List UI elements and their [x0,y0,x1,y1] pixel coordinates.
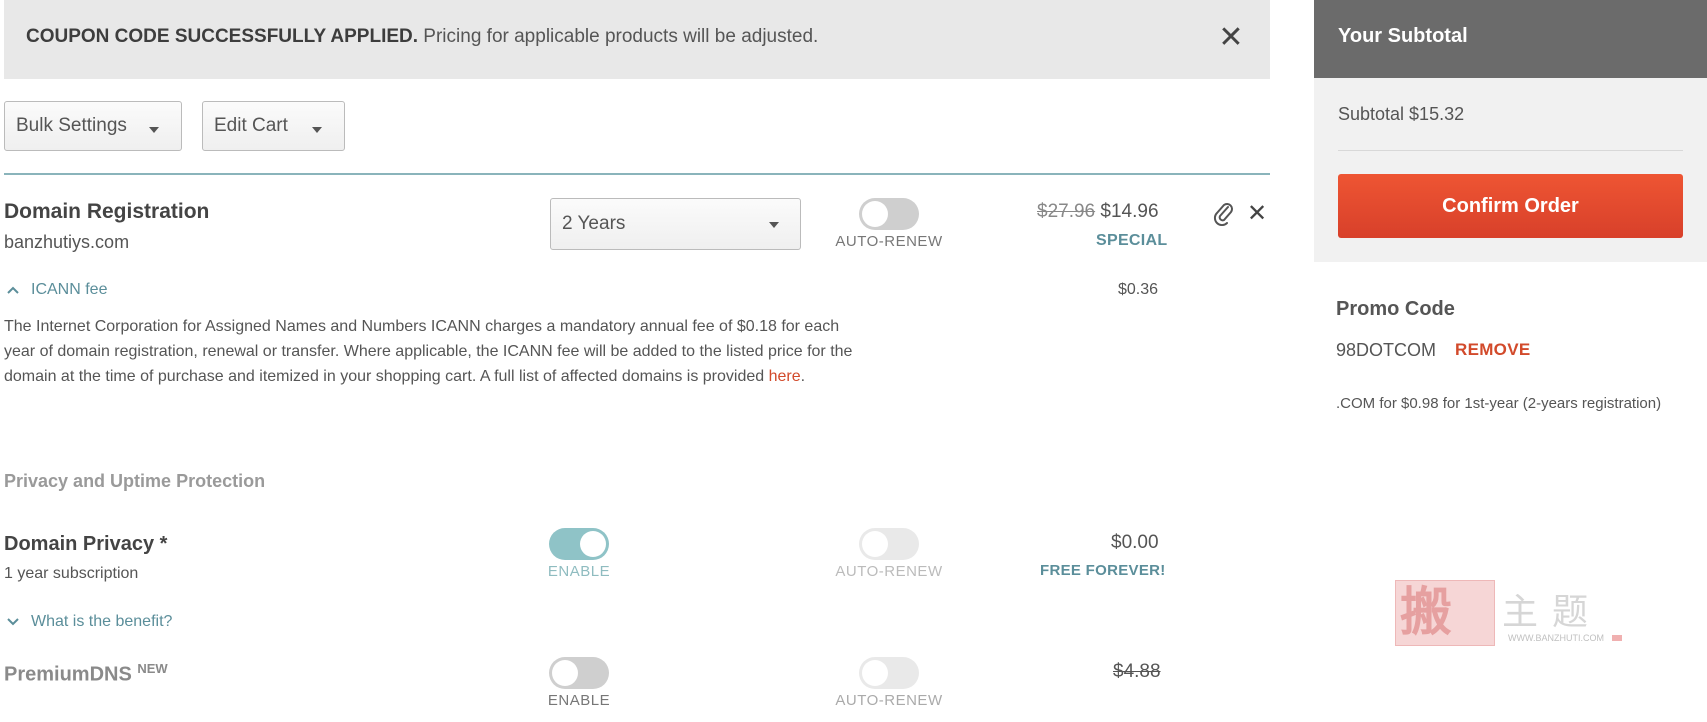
coupon-alert-bold: COUPON CODE SUCCESSFULLY APPLIED. [26,26,419,47]
premium-dns-auto-renew-label: AUTO-RENEW [835,692,943,709]
icann-fee-toggle[interactable]: ICANN fee [31,281,107,299]
toggle-knob [862,201,888,227]
paperclip-svg [1213,203,1233,227]
chevron-down-icon[interactable] [6,615,20,629]
term-select[interactable]: 2 Years [550,198,801,250]
subtotal-header: Your Subtotal [1314,0,1707,78]
privacy-section-heading: Privacy and Uptime Protection [4,471,266,491]
edit-cart-label: Edit Cart [214,115,288,136]
domain-privacy-enable-label: ENABLE [547,563,611,580]
domain-auto-renew-label: AUTO-RENEW [835,233,943,250]
domain-old-price: $27.96 [1037,201,1096,222]
premium-dns-title: PremiumDNS NEW [4,661,168,687]
domain-privacy-enable-toggle[interactable] [549,528,609,560]
toggle-knob [580,531,606,557]
domain-auto-renew-toggle[interactable] [859,198,919,230]
bulk-settings-label: Bulk Settings [16,115,127,136]
domain-privacy-auto-renew-toggle[interactable] [859,528,919,560]
domain-name: banzhutiys.com [4,232,130,252]
bulk-settings-dropdown[interactable]: Bulk Settings [4,101,182,151]
affected-domains-link[interactable]: here [769,368,801,385]
premium-dns-enable-toggle[interactable] [549,657,609,689]
domain-new-price: $14.96 [1100,201,1159,222]
premium-dns-label: PremiumDNS [4,663,132,686]
watermark-seal: 搬 [1395,580,1495,646]
chevron-up-svg [7,286,19,294]
benefit-link[interactable]: What is the benefit? [31,613,172,631]
icann-description: The Internet Corporation for Assigned Na… [4,314,864,389]
watermark-url: WWW.BANZHUTI.COM [1508,633,1604,643]
remove-item-icon[interactable]: ✕ [1247,200,1271,228]
chevron-up-icon[interactable] [6,283,20,297]
toggle-knob [862,531,888,557]
free-forever-badge: FREE FOREVER! [1040,562,1166,579]
term-select-value: 2 Years [562,213,626,234]
watermark-text: 主题 [1502,591,1603,632]
section-divider [4,173,1270,175]
subtotal-heading: Your Subtotal [1338,25,1468,47]
chevron-down-icon [149,127,159,133]
new-badge: NEW [137,661,168,676]
premium-dns-enable-label: ENABLE [547,692,611,709]
toggle-knob [552,660,578,686]
domain-privacy-title: Domain Privacy * [4,533,168,555]
special-badge: SPECIAL [1096,232,1168,249]
domain-privacy-auto-renew-label: AUTO-RENEW [835,563,943,580]
subtotal-amount: Subtotal $15.32 [1338,104,1465,124]
promo-code-value: 98DOTCOM [1336,340,1437,360]
domain-privacy-subtitle: 1 year subscription [4,565,139,582]
coupon-alert-message: Pricing for applicable products will be … [418,26,819,47]
coupon-alert-text: COUPON CODE SUCCESSFULLY APPLIED. Pricin… [26,26,818,48]
remove-promo-button[interactable]: REMOVE [1455,340,1530,360]
watermark-seal-char: 搬 [1400,584,1453,642]
toggle-knob [862,660,888,686]
promo-description: .COM for $0.98 for 1st-year (2-years reg… [1336,395,1662,412]
premium-dns-price: $4.88 [1113,661,1161,682]
icann-description-end: . [800,368,806,385]
premium-dns-auto-renew-toggle[interactable] [859,657,919,689]
confirm-order-button[interactable]: Confirm Order [1338,174,1683,238]
domain-registration-title: Domain Registration [4,200,210,223]
icann-fee-price: $0.36 [1118,281,1159,298]
paperclip-icon[interactable] [1213,202,1235,227]
edit-cart-dropdown[interactable]: Edit Cart [202,101,345,151]
domain-privacy-price: $0.00 [1111,532,1159,553]
icann-description-text: The Internet Corporation for Assigned Na… [4,318,853,385]
chevron-down-icon [312,127,322,133]
domain-price: $27.96 $14.96 [1037,201,1159,223]
subtotal-divider [1338,150,1683,151]
promo-code-title: Promo Code [1336,298,1455,320]
chevron-down-icon [769,222,779,228]
watermark-mark [1612,635,1622,641]
close-icon[interactable]: ✕ [1216,18,1246,58]
chevron-down-svg [7,618,19,626]
